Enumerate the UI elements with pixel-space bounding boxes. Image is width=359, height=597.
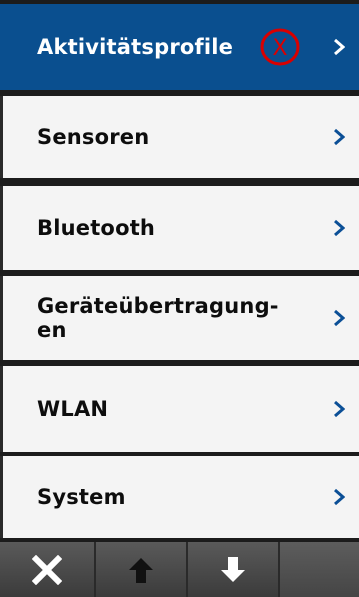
menu-item-label: Bluetooth [37,216,156,240]
menu-item-aktivitaetsprofile[interactable]: Aktivitätsprofile X [0,4,359,90]
menu-item-label: Sensoren [37,125,150,149]
arrow-up-icon [129,557,153,583]
menu-item-label: System [37,485,126,509]
scroll-up-button[interactable] [96,542,188,597]
menu-item-bluetooth[interactable]: Bluetooth [0,186,359,270]
menu-item-sensoren[interactable]: Sensoren [0,96,359,178]
close-icon [32,554,62,585]
arrow-down-icon [221,556,245,582]
menu-item-label: WLAN [37,397,109,421]
menu-item-system[interactable]: System [0,456,359,538]
chevron-right-icon [334,488,345,506]
menu-item-label: Geräteübertragung- en [37,294,279,342]
scroll-down-button[interactable] [188,542,280,597]
toolbar-empty-slot [280,542,359,597]
menu-item-label: Aktivitätsprofile [37,35,234,59]
bottom-toolbar [0,542,359,597]
chevron-right-icon [334,400,345,418]
annotation-mark-text: X [272,36,287,61]
chevron-right-icon [334,38,345,56]
chevron-right-icon [334,219,345,237]
chevron-right-icon [334,128,345,146]
annotation-circle-icon: X [260,28,300,66]
device-screen: Aktivitätsprofile X Sensoren Bluetooth G… [0,0,359,597]
chevron-right-icon [334,309,345,327]
close-button[interactable] [0,542,96,597]
menu-item-wlan[interactable]: WLAN [0,366,359,452]
menu-item-geraeteuebertragungen[interactable]: Geräteübertragung- en [0,276,359,360]
